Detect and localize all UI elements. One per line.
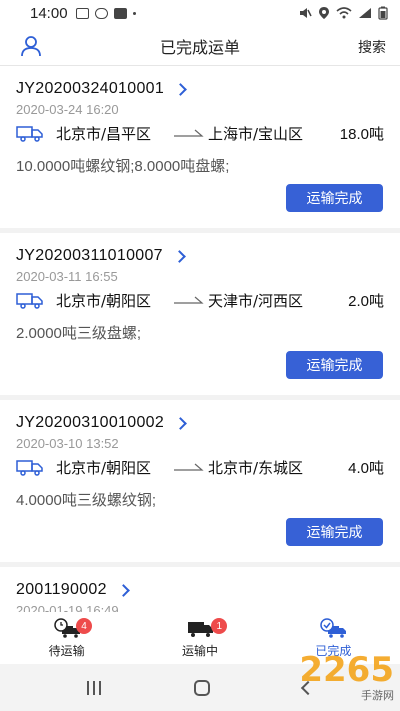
route-arrow-icon [174, 296, 204, 304]
order-date: 2020-03-24 16:20 [16, 102, 119, 117]
search-button[interactable]: 搜索 [358, 37, 386, 57]
truck-icon [16, 126, 43, 142]
order-number: 2001190002 [16, 581, 107, 598]
route-destination: 上海市/宝山区 [208, 124, 304, 143]
order-route: 北京市/朝阳区 天津市/河西区 2.0吨 [16, 288, 384, 312]
route-destination: 北京市/东城区 [208, 458, 304, 477]
tab-label: 待运输 [48, 644, 85, 658]
transport-complete-button[interactable]: 运输完成 [286, 351, 383, 379]
status-bar: 14:00 [0, 0, 400, 26]
dot-icon [132, 11, 136, 15]
tab-in-transit[interactable]: 1 运输中 [133, 612, 266, 664]
home-icon[interactable] [193, 679, 210, 696]
route-origin: 北京市/朝阳区 [56, 458, 152, 477]
shopping-bag-icon [113, 7, 127, 19]
order-goods: 10.0000吨螺纹钢;8.0000吨盘螺; [16, 158, 230, 175]
chevron-right-icon[interactable] [173, 249, 186, 263]
order-card[interactable]: JY20200310010002 2020-03-10 13:52 北京市/朝阳… [0, 400, 400, 562]
completed-truck-icon [320, 618, 347, 638]
order-card[interactable]: 2001190002 2020-01-19 16:49 [0, 567, 400, 612]
status-time: 14:00 [30, 4, 68, 22]
order-route: 北京市/朝阳区 北京市/东城区 4.0吨 [16, 455, 384, 479]
order-weight: 2.0吨 [348, 292, 384, 310]
order-number-row[interactable]: JY20200311010007 [16, 247, 384, 265]
status-notification-icons [75, 7, 136, 19]
mute-icon [300, 8, 312, 18]
truck-icon [16, 460, 43, 476]
app-notification-icon [94, 7, 108, 19]
order-card[interactable]: JY20200311010007 2020-03-11 16:55 北京市/朝阳… [0, 233, 400, 395]
order-list[interactable]: JY20200324010001 2020-03-24 16:20 北京市/昌平… [0, 66, 400, 612]
order-card[interactable]: JY20200324010001 2020-03-24 16:20 北京市/昌平… [0, 66, 400, 228]
gallery-icon [75, 7, 89, 19]
signal-icon [359, 8, 371, 18]
truck-icon [16, 293, 43, 309]
tab-badge: 4 [76, 618, 92, 634]
battery-icon [378, 6, 388, 20]
app-header: 已完成运单 搜索 [0, 26, 400, 66]
user-icon[interactable] [20, 35, 42, 57]
location-icon [319, 7, 329, 19]
route-destination: 天津市/河西区 [208, 291, 304, 310]
order-number-row[interactable]: JY20200310010002 [16, 414, 384, 432]
page-title: 已完成运单 [159, 37, 240, 57]
route-origin: 北京市/朝阳区 [56, 291, 152, 310]
order-date: 2020-03-10 13:52 [16, 436, 119, 451]
recent-apps-icon[interactable] [86, 680, 101, 695]
chevron-right-icon[interactable] [174, 416, 187, 430]
status-system-icons [298, 6, 388, 20]
order-date: 2020-01-19 16:49 [16, 603, 119, 612]
order-goods: 2.0000吨三级盘螺; [16, 325, 142, 342]
order-number-row[interactable]: 2001190002 [16, 581, 384, 599]
route-arrow-icon [174, 463, 204, 471]
order-number: JY20200324010001 [16, 80, 165, 97]
chevron-right-icon[interactable] [174, 82, 187, 96]
order-weight: 4.0吨 [348, 459, 384, 477]
order-route: 北京市/昌平区 上海市/宝山区 18.0吨 [16, 121, 384, 145]
order-weight: 18.0吨 [339, 125, 384, 143]
transport-complete-button[interactable]: 运输完成 [286, 184, 383, 212]
route-arrow-icon [174, 129, 204, 137]
order-number: JY20200310010002 [16, 414, 165, 431]
transport-complete-button[interactable]: 运输完成 [286, 518, 383, 546]
order-goods: 4.0000吨三级螺纹钢; [16, 492, 157, 509]
order-date: 2020-03-11 16:55 [16, 269, 118, 284]
watermark: 2265 手游网 [299, 653, 394, 703]
route-origin: 北京市/昌平区 [56, 124, 152, 143]
wifi-icon [336, 7, 352, 19]
order-number-row[interactable]: JY20200324010001 [16, 80, 384, 98]
in-transit-truck-icon [187, 622, 213, 637]
tab-badge: 1 [211, 618, 228, 634]
watermark-number: 2265 [299, 650, 394, 690]
order-number: JY20200311010007 [16, 247, 163, 264]
chevron-right-icon[interactable] [116, 583, 130, 597]
tab-pending[interactable]: 4 待运输 [0, 612, 133, 664]
tab-label: 运输中 [181, 644, 218, 658]
